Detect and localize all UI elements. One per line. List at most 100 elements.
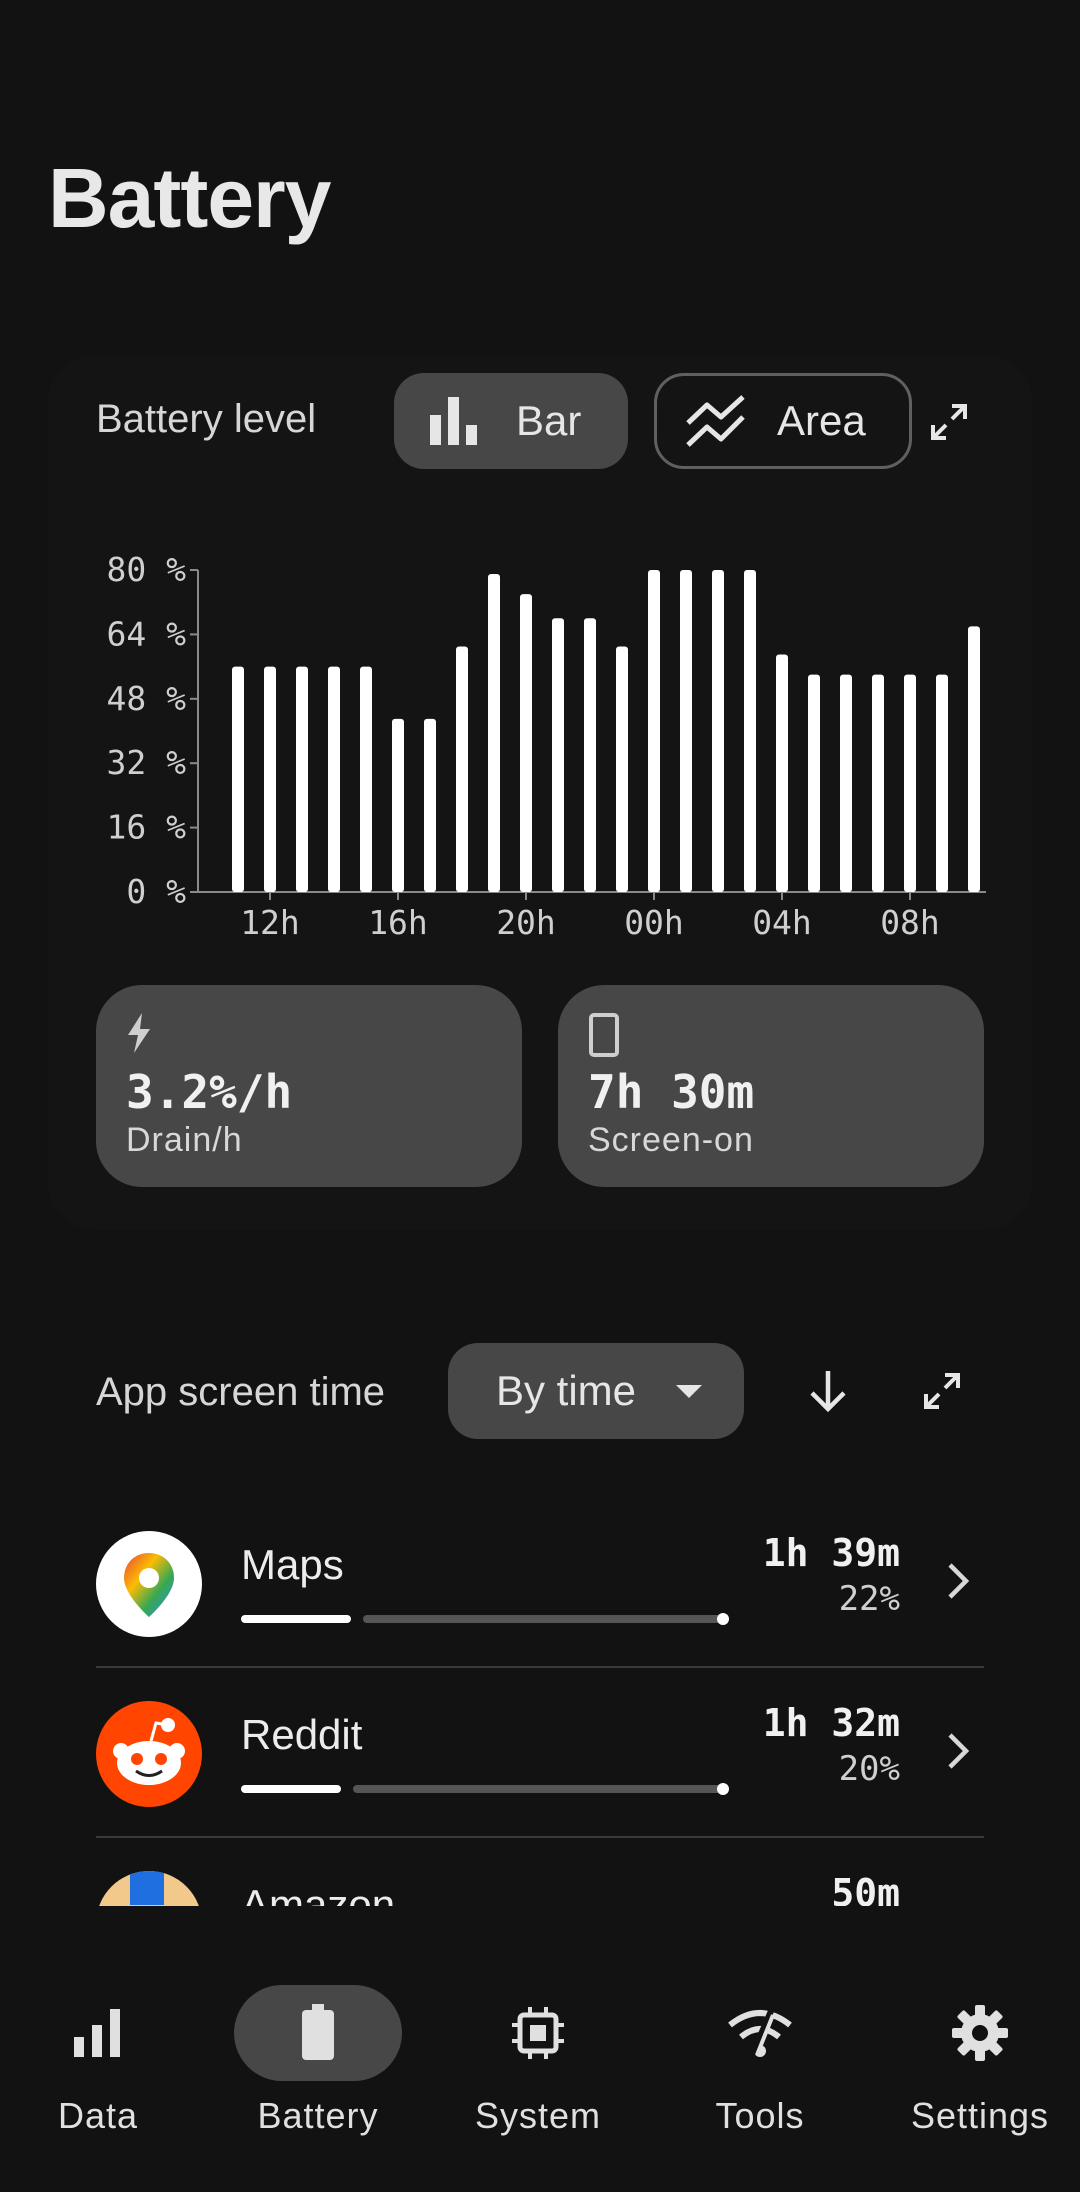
app-percent: 20%	[838, 1749, 900, 1789]
area-chart-icon	[685, 395, 747, 447]
x-tick-label: 12h	[240, 903, 300, 942]
x-tick-label: 00h	[624, 903, 684, 942]
app-percent: 22%	[838, 1579, 900, 1619]
app-time: 1h 39m	[762, 1531, 900, 1575]
battery-bar	[296, 666, 308, 892]
battery-bar	[936, 674, 948, 892]
bar-mode-label: Bar	[516, 397, 582, 444]
bolt-icon	[126, 1013, 152, 1058]
expand-chart-button[interactable]	[925, 398, 973, 446]
wifi-tools-icon	[728, 2009, 792, 2059]
usage-fill	[241, 1785, 341, 1793]
y-tick-label: 48 %	[107, 679, 187, 718]
x-tick-label: 16h	[368, 903, 428, 942]
battery-bar	[456, 646, 468, 892]
chevron-right-icon	[946, 1561, 970, 1606]
battery-bar	[520, 594, 532, 892]
arrow-down-icon	[810, 1371, 846, 1413]
y-tick-label: 16 %	[107, 808, 187, 847]
y-tick-label: 32 %	[107, 743, 187, 782]
battery-bar	[744, 570, 756, 892]
battery-bar	[488, 574, 500, 892]
divider	[96, 1836, 984, 1838]
chevron-right-icon	[946, 1731, 970, 1776]
app-time: 50m	[831, 1871, 900, 1906]
battery-bar	[904, 674, 916, 892]
y-tick-label: 0 %	[126, 872, 186, 911]
nav-label: System	[474, 2095, 602, 2136]
y-tick-label: 80 %	[107, 550, 187, 589]
usage-end-dot	[717, 1783, 729, 1795]
list-item-maps[interactable]: Maps 1h 39m 22%	[96, 1531, 984, 1701]
nav-item-data[interactable]: Data	[0, 1985, 198, 2137]
drain-rate-value: 3.2%/h	[126, 1065, 293, 1119]
app-screen-time-label: App screen time	[96, 1370, 386, 1414]
battery-bar	[264, 666, 276, 892]
chip-icon	[512, 2007, 564, 2059]
battery-bar	[968, 626, 980, 892]
phone-icon	[588, 1013, 620, 1062]
nav-item-battery[interactable]: Battery	[218, 1985, 418, 2137]
battery-bar	[232, 666, 244, 892]
x-tick-label: 04h	[752, 903, 812, 942]
battery-level-label: Battery level	[96, 397, 317, 441]
usage-track-rest	[353, 1785, 721, 1793]
app-time: 1h 32m	[762, 1701, 900, 1745]
bar-chart-icon	[74, 2009, 120, 2057]
screen-on-label: Screen-on	[588, 1121, 754, 1159]
maps-app-icon	[96, 1531, 202, 1637]
list-item-reddit[interactable]: Reddit 1h 32m 20%	[96, 1701, 984, 1871]
usage-track-rest	[363, 1615, 721, 1623]
battery-bar	[552, 618, 564, 892]
battery-bar	[360, 666, 372, 892]
page-title: Battery	[48, 151, 331, 245]
amazon-app-icon	[96, 1871, 202, 1906]
expand-list-button[interactable]	[918, 1367, 966, 1415]
app-list: Maps 1h 39m 22% Reddit 1h 32m 20% Amazon…	[0, 1500, 1080, 1906]
nav-label: Tools	[715, 2095, 805, 2136]
nav-item-tools[interactable]: Tools	[660, 1985, 860, 2137]
nav-item-system[interactable]: System	[438, 1985, 638, 2137]
reddit-app-icon	[96, 1701, 202, 1807]
battery-icon	[302, 2004, 334, 2060]
bar-mode-button[interactable]: Bar	[394, 373, 628, 469]
usage-bar	[241, 1613, 729, 1625]
gear-icon	[952, 2005, 1008, 2061]
usage-fill	[241, 1615, 351, 1623]
app-name: Amazon	[241, 1881, 396, 1906]
nav-label: Battery	[257, 2095, 379, 2136]
divider	[96, 1666, 984, 1668]
nav-label: Settings	[910, 2095, 1050, 2136]
battery-bar	[424, 718, 436, 892]
screen-on-value: 7h 30m	[588, 1065, 755, 1119]
bottom-navigation: Data Battery System Tools Settings	[0, 1945, 1080, 2192]
x-tick-label: 20h	[496, 903, 556, 942]
area-mode-button[interactable]: Area	[654, 373, 912, 469]
nav-label: Data	[57, 2095, 139, 2136]
sort-dropdown-label: By time	[496, 1367, 637, 1414]
battery-bar	[776, 654, 788, 892]
battery-bar	[584, 618, 596, 892]
battery-bar	[616, 646, 628, 892]
battery-bar	[328, 666, 340, 892]
battery-bar	[712, 570, 724, 892]
usage-end-dot	[717, 1613, 729, 1625]
list-item-amazon[interactable]: Amazon 50m	[96, 1871, 984, 1906]
expand-icon	[931, 404, 967, 440]
sort-direction-button[interactable]	[804, 1367, 852, 1415]
battery-bar	[648, 570, 660, 892]
battery-bar	[808, 674, 820, 892]
battery-bar	[872, 674, 884, 892]
drain-rate-card: 3.2%/h Drain/h	[96, 985, 522, 1187]
nav-item-settings[interactable]: Settings	[880, 1985, 1080, 2137]
chevron-down-icon	[676, 1385, 702, 1398]
y-tick-label: 64 %	[107, 614, 187, 653]
battery-bar	[840, 674, 852, 892]
battery-bar	[680, 570, 692, 892]
area-mode-label: Area	[777, 397, 866, 444]
sort-dropdown[interactable]: By time	[448, 1343, 744, 1439]
x-tick-label: 08h	[880, 903, 940, 942]
screen-on-card: 7h 30m Screen-on	[558, 985, 984, 1187]
app-name: Maps	[241, 1541, 344, 1588]
expand-icon	[924, 1373, 960, 1409]
